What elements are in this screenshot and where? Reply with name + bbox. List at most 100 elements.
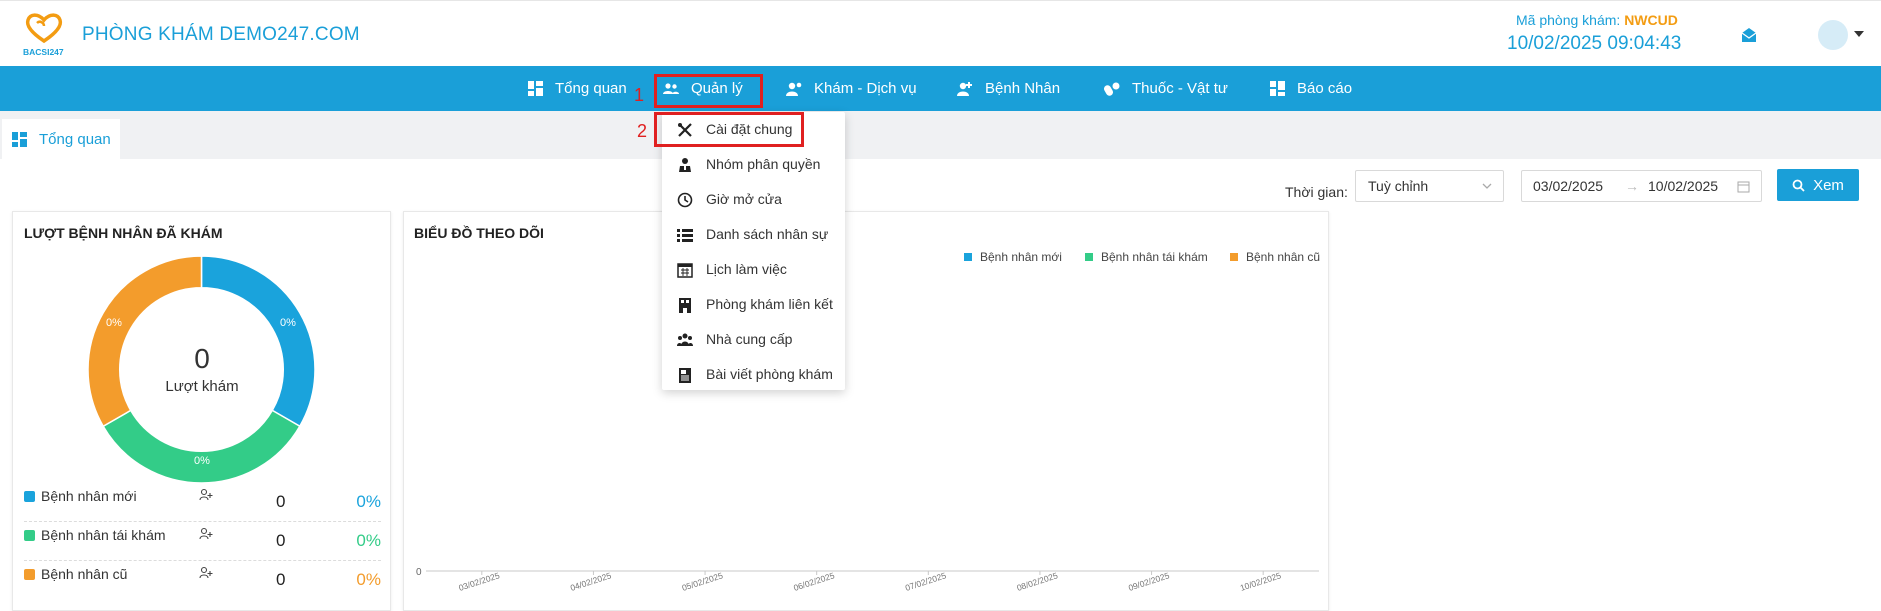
- x-tick-label: 07/02/2025: [904, 570, 948, 593]
- date-from[interactable]: 03/02/2025: [1533, 178, 1603, 194]
- time-range-select[interactable]: Tuỳ chỉnh: [1355, 170, 1504, 202]
- stat-row-old: Bệnh nhân cũ 0 0%: [24, 561, 381, 600]
- date-range-arrow: →: [1625, 178, 1639, 194]
- stat-count: 0: [276, 531, 286, 550]
- brand-title: PHÒNG KHÁM DEMO247.COM: [82, 24, 360, 45]
- nav-item-patients[interactable]: Bệnh Nhân: [957, 66, 1060, 111]
- dashboard-icon: [12, 131, 27, 147]
- stat-count: 0: [276, 492, 286, 511]
- tab-bar: Tổng quan: [0, 111, 1881, 159]
- app-header: BACSI247 PHÒNG KHÁM DEMO247.COM Mã phòng…: [0, 0, 1881, 66]
- stat-row-new: Bệnh nhân mới 0 0%: [24, 483, 381, 522]
- clinic-code-label: Mã phòng khám:: [1516, 12, 1621, 28]
- highlight-box-management: [654, 74, 763, 108]
- user-avatar[interactable]: [1818, 20, 1848, 50]
- menu-item-staff-list[interactable]: Danh sách nhân sự: [662, 217, 845, 252]
- menu-item-opening-hours[interactable]: Giờ mở cửa: [662, 182, 845, 217]
- nav-item-overview[interactable]: Tổng quan: [528, 66, 627, 111]
- tracking-line-chart: 0 03/02/2025 04/02/2025 05/02/2025 06/02/202…: [416, 567, 1319, 593]
- x-tick-label: 05/02/2025: [681, 570, 725, 593]
- stat-percent: 0%: [356, 492, 381, 511]
- tab-overview[interactable]: Tổng quan: [2, 119, 120, 159]
- search-icon: [1792, 179, 1805, 192]
- color-swatch: [24, 569, 35, 580]
- x-tick-label: 03/02/2025: [457, 570, 501, 593]
- visits-card-title: LƯỢT BỆNH NHÂN ĐÃ KHÁM: [24, 225, 223, 241]
- nav-label: Bệnh Nhân: [985, 80, 1061, 97]
- doctor-icon: [786, 82, 802, 96]
- x-tick-label: 06/02/2025: [792, 570, 836, 593]
- nav-item-exam-services[interactable]: Khám - Dịch vụ: [786, 66, 917, 111]
- menu-item-label: Nhà cung cấp: [706, 331, 793, 347]
- calendar-icon: [1737, 181, 1750, 193]
- date-to[interactable]: 10/02/2025: [1648, 178, 1718, 194]
- nav-label: Tổng quan: [555, 80, 627, 97]
- patient-icon: [957, 81, 972, 96]
- dashboard-icon: [528, 81, 543, 96]
- tab-label: Tổng quan: [39, 130, 111, 148]
- highlight-box-general-settings: [654, 112, 804, 147]
- stat-label: Bệnh nhân cũ: [41, 566, 128, 582]
- user-plus-icon[interactable]: [199, 527, 213, 541]
- clinic-code-value: NWCUD: [1624, 12, 1678, 28]
- donut-total: 0: [194, 343, 210, 374]
- stat-label: Bệnh nhân mới: [41, 488, 137, 504]
- slice-label-new: 0%: [280, 317, 296, 329]
- menu-item-permission-groups[interactable]: Nhóm phân quyền: [662, 147, 845, 182]
- time-filter-label: Thời gian:: [1285, 184, 1348, 200]
- stat-label: Bệnh nhân tái khám: [41, 527, 166, 543]
- x-tick-label: 09/02/2025: [1127, 570, 1171, 593]
- x-tick-label: 04/02/2025: [569, 570, 613, 593]
- menu-item-label: Giờ mở cửa: [706, 191, 782, 207]
- user-plus-icon[interactable]: [199, 566, 213, 580]
- patient-visits-card: LƯỢT BỆNH NHÂN ĐÃ KHÁM 0% 0% 0% 0 Lượt k…: [12, 211, 391, 611]
- view-button-label: Xem: [1813, 176, 1844, 194]
- stat-count: 0: [276, 570, 286, 589]
- tracking-chart-card: BIỂU ĐỒ THEO DÕI Bệnh nhân mới Bệnh nhân…: [403, 211, 1329, 611]
- list-icon: [677, 229, 693, 242]
- select-value: Tuỳ chỉnh: [1368, 178, 1429, 194]
- menu-item-work-schedule[interactable]: Lịch làm việc: [662, 252, 845, 287]
- pills-icon: [1104, 82, 1120, 96]
- donut-slice-old: [88, 256, 203, 428]
- y-tick-label: 0: [416, 567, 422, 578]
- slice-label-returning: 0%: [194, 455, 210, 467]
- menu-item-linked-clinics[interactable]: Phòng khám liên kết: [662, 287, 845, 322]
- building-icon: [679, 298, 691, 313]
- group-icon: [677, 333, 693, 346]
- current-datetime: 10/02/2025 09:04:43: [1507, 33, 1682, 54]
- article-icon: [679, 368, 691, 383]
- view-button[interactable]: Xem: [1777, 169, 1859, 201]
- management-dropdown: Cài đặt chung Nhóm phân quyền Giờ mở cửa…: [662, 112, 845, 390]
- menu-item-label: Lịch làm việc: [706, 261, 787, 277]
- nav-label: Báo cáo: [1297, 80, 1353, 97]
- donut-slice-new: [200, 256, 315, 428]
- stat-percent: 0%: [356, 531, 381, 550]
- color-swatch: [24, 491, 35, 502]
- nav-item-reports[interactable]: Báo cáo: [1270, 66, 1352, 111]
- donut-total-label: Lượt khám: [165, 378, 238, 395]
- menu-item-suppliers[interactable]: Nhà cung cấp: [662, 322, 845, 357]
- stat-row-returning: Bệnh nhân tái khám 0 0%: [24, 522, 381, 561]
- step-marker-1: 1: [634, 85, 645, 105]
- stat-percent: 0%: [356, 570, 381, 589]
- mail-icon[interactable]: [1741, 27, 1757, 43]
- nav-label: Thuốc - Vật tư: [1132, 80, 1228, 97]
- date-range-picker[interactable]: 03/02/2025 → 10/02/2025: [1521, 170, 1762, 202]
- main-nav: Tổng quan Quản lý Khám - Dịch vụ Bệnh Nh…: [0, 66, 1881, 111]
- menu-item-label: Bài viết phòng khám: [706, 366, 833, 382]
- clinic-logo[interactable]: BACSI247: [22, 11, 66, 57]
- color-swatch: [24, 530, 35, 541]
- x-tick-label: 08/02/2025: [1015, 570, 1059, 593]
- menu-item-label: Nhóm phân quyền: [706, 156, 821, 172]
- menu-item-label: Danh sách nhân sự: [706, 226, 829, 242]
- menu-item-clinic-articles[interactable]: Bài viết phòng khám: [662, 357, 845, 392]
- user-plus-icon[interactable]: [199, 488, 213, 502]
- step-marker-2: 2: [637, 121, 648, 141]
- donut-slice-returning: [102, 409, 301, 483]
- chevron-down-icon[interactable]: [1854, 31, 1864, 37]
- clock-icon: [677, 192, 693, 208]
- nav-item-medicine[interactable]: Thuốc - Vật tư: [1104, 66, 1228, 111]
- visits-donut-chart: 0% 0% 0% 0 Lượt khám: [88, 256, 315, 483]
- chevron-down-icon: [1482, 183, 1492, 189]
